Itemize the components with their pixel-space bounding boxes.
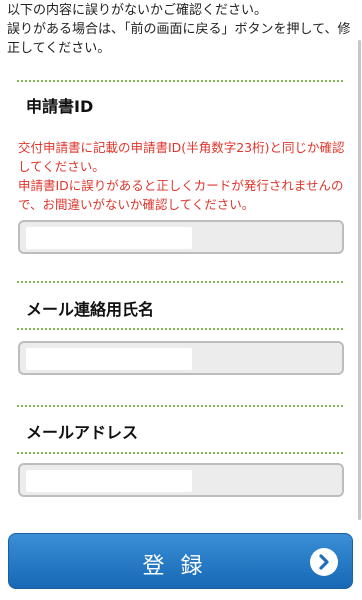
application-id-input[interactable]: [18, 220, 344, 254]
application-id-notice: 交付申請書に記載の申請書ID(半角数字23桁)と同じか確認してください。 申請書…: [18, 140, 345, 212]
application-id-value: [26, 227, 192, 249]
divider: [17, 405, 343, 407]
divider: [17, 80, 343, 82]
scrollbar-thumb[interactable]: [358, 40, 361, 520]
divider: [17, 452, 343, 454]
name-input[interactable]: [18, 341, 344, 375]
email-input[interactable]: [18, 463, 344, 497]
name-value: [26, 348, 192, 370]
scrollbar[interactable]: [357, 0, 362, 600]
email-value: [26, 470, 192, 492]
divider: [17, 328, 343, 330]
divider: [17, 281, 343, 283]
field-label-application-id: 申請書ID: [26, 97, 94, 116]
field-label-name: メール連絡用氏名: [26, 300, 155, 319]
chevron-right-circle-icon: [310, 548, 338, 576]
register-button-label: 登録: [142, 554, 219, 579]
intro-text: 以下の内容に誤りがないかご確認ください。 誤りがある場合は、「前の画面に戻る」ボ…: [7, 3, 351, 56]
field-label-email: メールアドレス: [26, 423, 139, 442]
register-button[interactable]: 登録: [8, 533, 353, 589]
